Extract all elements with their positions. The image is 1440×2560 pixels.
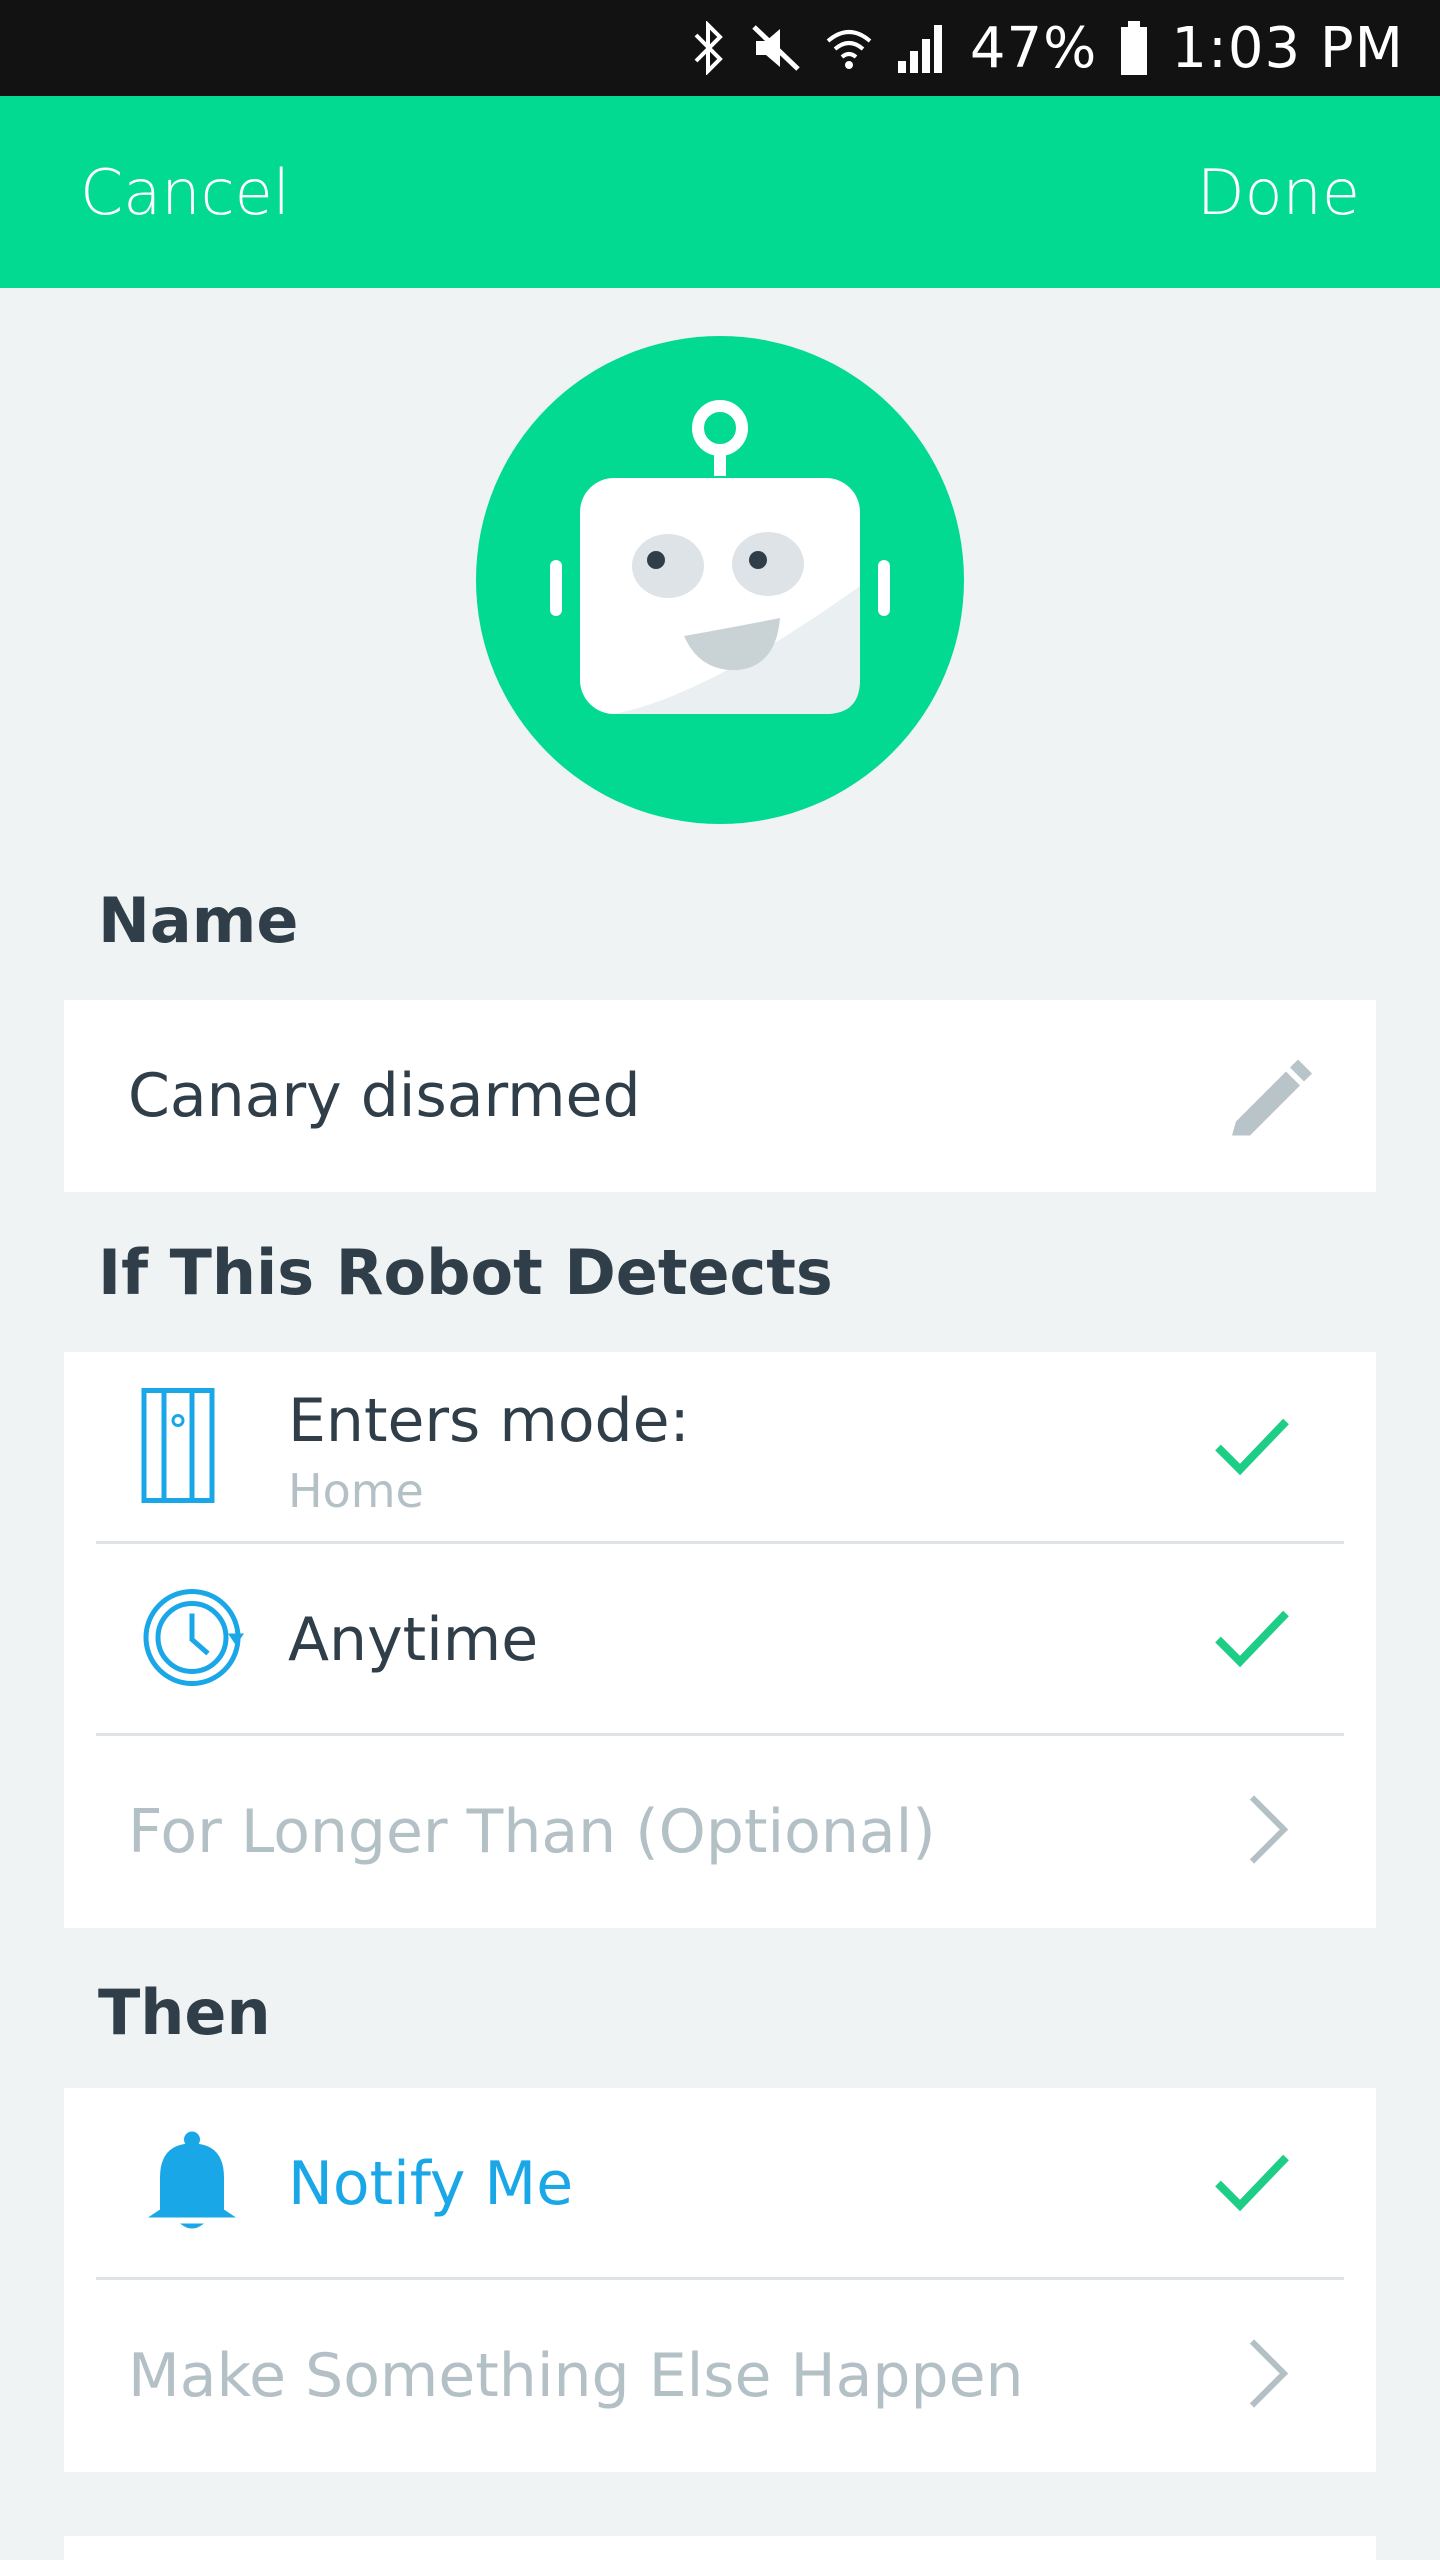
condition-label: For Longer Than (Optional) <box>128 1797 936 1867</box>
done-button[interactable]: Done <box>1197 156 1360 229</box>
signal-icon <box>896 23 948 73</box>
clock-icon <box>140 1584 248 1697</box>
battery-icon <box>1119 21 1149 75</box>
door-icon <box>140 1387 216 1510</box>
condition-label: Anytime <box>288 1605 539 1675</box>
conditions-card: Enters mode: Home Anytime For Longer Tha… <box>64 1352 1376 1928</box>
action-label: Notify Me <box>288 2149 574 2219</box>
pencil-icon[interactable] <box>1226 1052 1316 1141</box>
clock: 1:03 PM <box>1171 15 1404 81</box>
if-section-title: If This Robot Detects <box>98 1236 833 1309</box>
name-value: Canary disarmed <box>128 1061 641 1131</box>
wifi-icon <box>824 21 874 75</box>
robot-avatar[interactable] <box>476 336 964 824</box>
check-icon <box>1214 1416 1290 1481</box>
name-card[interactable]: Canary disarmed <box>64 1000 1376 1192</box>
condition-text: Enters mode: Home <box>288 1386 690 1518</box>
check-icon <box>1214 2152 1290 2217</box>
bell-icon <box>144 2130 240 2239</box>
name-row[interactable]: Canary disarmed <box>64 1000 1376 1192</box>
condition-label: Enters mode: <box>288 1386 690 1456</box>
bluetooth-icon <box>692 21 726 75</box>
condition-row-duration[interactable]: For Longer Than (Optional) <box>64 1736 1376 1928</box>
action-row-notify[interactable]: Notify Me <box>64 2088 1376 2280</box>
top-bar: Cancel Done <box>0 96 1440 288</box>
condition-row-time[interactable]: Anytime <box>64 1544 1376 1736</box>
status-bar: 47% 1:03 PM <box>0 0 1440 96</box>
cancel-button[interactable]: Cancel <box>80 156 290 229</box>
name-section-title: Name <box>98 884 299 957</box>
chevron-right-icon <box>1246 2338 1290 2415</box>
next-card <box>64 2536 1376 2560</box>
action-row-more[interactable]: Make Something Else Happen <box>64 2280 1376 2472</box>
then-section-title: Then <box>98 1976 271 2049</box>
condition-row-mode[interactable]: Enters mode: Home <box>64 1352 1376 1544</box>
check-icon <box>1214 1608 1290 1673</box>
condition-sublabel: Home <box>288 1464 424 1518</box>
actions-card: Notify Me Make Something Else Happen <box>64 2088 1376 2472</box>
mute-icon <box>748 21 802 75</box>
chevron-right-icon <box>1246 1794 1290 1871</box>
robot-icon <box>550 400 890 714</box>
action-label: Make Something Else Happen <box>128 2341 1024 2411</box>
battery-percent: 47% <box>969 15 1098 81</box>
